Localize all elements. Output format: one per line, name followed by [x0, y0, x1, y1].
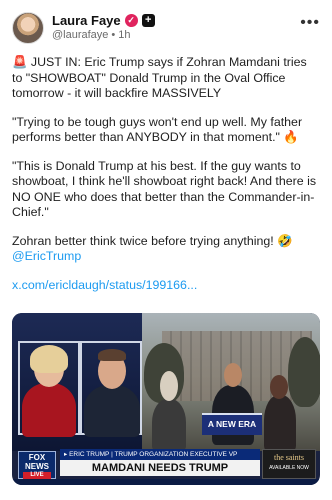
post-time: 1h — [118, 29, 131, 41]
host-hair — [30, 345, 68, 373]
tree — [288, 337, 320, 407]
bystander-head — [270, 375, 288, 399]
author-name-row: Laura Faye ✓ + — [52, 12, 155, 28]
external-link[interactable]: x.com/ericldaugh/status/199166... — [12, 278, 320, 294]
woman-figure — [152, 399, 186, 451]
fox-news-logo: FOX NEWS LIVE — [18, 451, 56, 479]
verified-badge-icon: ✓ — [124, 13, 138, 27]
promo-subtitle: AVAILABLE NOW — [269, 465, 309, 471]
author-display-name[interactable]: Laura Faye — [52, 13, 121, 28]
chyron-headline: MAMDANI NEEDS TRUMP — [60, 460, 260, 476]
bystander-figure — [264, 395, 296, 451]
post-paragraph-4-text: Zohran better think twice before trying … — [12, 233, 293, 248]
post-paragraph-1: 🚨 JUST IN: Eric Trump says if Zohran Mam… — [12, 55, 307, 100]
avatar[interactable] — [12, 12, 44, 44]
mention-link[interactable]: @EricTrump — [12, 249, 81, 263]
promo-title: the saints — [274, 453, 304, 462]
video-thumbnail[interactable]: A NEW ERA FOX NEWS LIVE ▸ ERIC TRUMP | T… — [12, 313, 320, 485]
guest-hair — [98, 349, 126, 361]
subscribe-plus-icon[interactable]: + — [141, 13, 155, 27]
post-paragraph-3: "This is Donald Trump at his best. If th… — [12, 158, 317, 220]
more-options-icon[interactable]: ••• — [300, 14, 320, 32]
post-paragraph-2: "Trying to be tough guys won't end up we… — [12, 114, 303, 145]
author-handle[interactable]: @laurafaye — [52, 29, 108, 41]
lectern-sign: A NEW ERA — [207, 419, 257, 429]
post-header: Laura Faye ✓ + @laurafaye • 1h ••• — [12, 10, 320, 44]
chyron-caption: ▸ ERIC TRUMP | TRUMP ORGANIZATION EXECUT… — [60, 449, 260, 460]
author-handle-row: @laurafaye • 1h — [52, 29, 131, 41]
woman-head — [160, 371, 178, 401]
ticker-strip — [12, 479, 320, 485]
speaker-head — [224, 363, 242, 387]
post-paragraph-4: Zohran better think twice before trying … — [12, 234, 320, 265]
logo-line-2: NEWS — [25, 462, 49, 471]
lectern: A NEW ERA — [202, 413, 262, 435]
host-figure — [22, 383, 76, 437]
guest-figure — [84, 385, 140, 437]
live-badge: LIVE — [23, 472, 51, 479]
handle-separator: • — [111, 29, 116, 41]
logo-line-1: FOX — [28, 453, 46, 462]
post-body: 🚨 JUST IN: Eric Trump says if Zohran Mam… — [12, 55, 320, 306]
promo-box: the saints AVAILABLE NOW — [262, 449, 316, 479]
